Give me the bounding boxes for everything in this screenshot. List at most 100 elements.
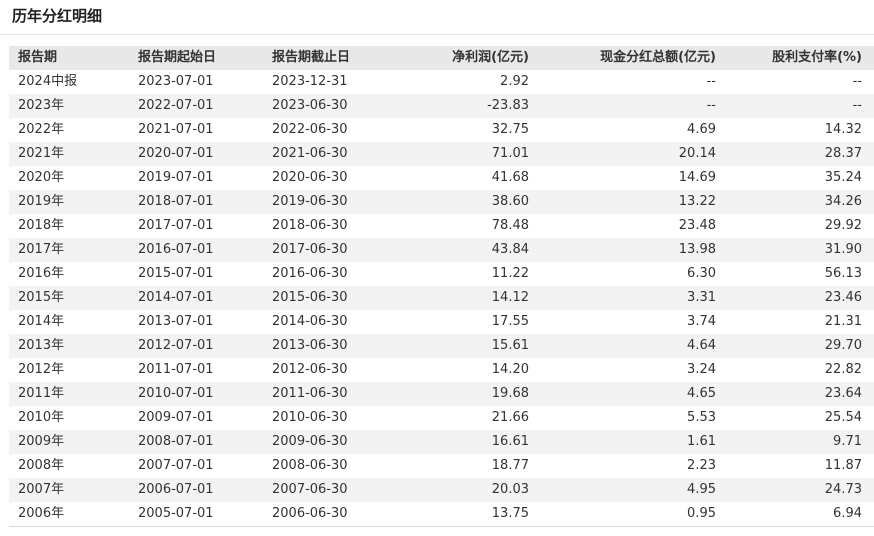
period-cell: 2022年 xyxy=(18,122,65,137)
cash-dividend-cell: 4.64 xyxy=(687,338,716,353)
end-date-cell: 2023-12-31 xyxy=(272,74,348,89)
net-profit-cell: 20.03 xyxy=(491,482,529,497)
table-row: 2017年 2016-07-01 2017-06-30 43.84 13.98 31.90 xyxy=(9,238,874,262)
payout-ratio-cell: 23.64 xyxy=(824,386,862,401)
net-profit-cell: 11.22 xyxy=(491,266,529,281)
cash-dividend-cell: 4.69 xyxy=(687,122,716,137)
net-profit-cell: 15.61 xyxy=(491,338,529,353)
end-date-cell: 2023-06-30 xyxy=(272,98,348,113)
period-cell: 2008年 xyxy=(18,458,65,473)
start-date-cell: 2006-07-01 xyxy=(138,482,214,497)
table-row: 2024中报 2023-07-01 2023-12-31 2.92 -- -- xyxy=(9,70,874,94)
cash-dividend-cell: 20.14 xyxy=(678,146,716,161)
period-cell: 2012年 xyxy=(18,362,65,377)
table-row: 2012年 2011-07-01 2012-06-30 14.20 3.24 22.82 xyxy=(9,358,874,382)
payout-ratio-cell: 9.71 xyxy=(833,434,862,449)
start-date-cell: 2013-07-01 xyxy=(138,314,214,329)
start-date-cell: 2015-07-01 xyxy=(138,266,214,281)
net-profit-cell: 43.84 xyxy=(491,242,529,257)
period-cell: 2020年 xyxy=(18,170,65,185)
cash-dividend-cell: 0.95 xyxy=(529,502,716,527)
cash-dividend-cell: 14.69 xyxy=(678,170,716,185)
table-row: 2019年 2018-07-01 2019-06-30 38.60 13.22 34.26 xyxy=(9,190,874,214)
cash-dividend-cell: 6.30 xyxy=(687,266,716,281)
net-profit-cell: -23.83 xyxy=(487,98,529,113)
end-date-cell: 2017-06-30 xyxy=(272,242,348,257)
end-date-cell: 2008-06-30 xyxy=(272,458,348,473)
column-header-end-date[interactable]: 报告期截止日 xyxy=(272,46,402,70)
header-row: 报告期 报告期起始日 报告期截止日 净利润(亿元) 现金分红总额(亿元) 股利支… xyxy=(9,46,874,70)
payout-ratio-cell: 22.82 xyxy=(824,362,862,377)
table-row: 2022年 2021-07-01 2022-06-30 32.75 4.69 14.32 xyxy=(9,118,874,142)
payout-ratio-cell: 31.90 xyxy=(824,242,862,257)
table-row: 2010年 2009-07-01 2010-06-30 21.66 5.53 25.54 xyxy=(9,406,874,430)
payout-ratio-cell: 23.46 xyxy=(824,290,862,305)
end-date-cell: 2011-06-30 xyxy=(272,386,348,401)
cash-dividend-cell: 13.98 xyxy=(678,242,716,257)
start-date-cell: 2019-07-01 xyxy=(138,170,214,185)
column-header-cash-dividend[interactable]: 现金分红总额(亿元) xyxy=(529,46,716,70)
dividend-history-table: 报告期 报告期起始日 报告期截止日 净利润(亿元) 现金分红总额(亿元) 股利支… xyxy=(9,46,874,527)
period-cell: 2015年 xyxy=(18,290,65,305)
end-date-cell: 2018-06-30 xyxy=(272,218,348,233)
start-date-cell: 2005-07-01 xyxy=(138,502,272,527)
net-profit-cell: 17.55 xyxy=(491,314,529,329)
cash-dividend-cell: 23.48 xyxy=(678,218,716,233)
column-header-net-profit[interactable]: 净利润(亿元) xyxy=(402,46,529,70)
net-profit-cell: 78.48 xyxy=(491,218,529,233)
net-profit-cell: 14.12 xyxy=(491,290,529,305)
payout-ratio-cell: 35.24 xyxy=(824,170,862,185)
table-row: 2014年 2013-07-01 2014-06-30 17.55 3.74 21.31 xyxy=(9,310,874,334)
end-date-cell: 2013-06-30 xyxy=(272,338,348,353)
cash-dividend-cell: 3.24 xyxy=(687,362,716,377)
cash-dividend-cell: 4.65 xyxy=(687,386,716,401)
cash-dividend-cell: 13.22 xyxy=(678,194,716,209)
end-date-cell: 2019-06-30 xyxy=(272,194,348,209)
table-row: 2021年 2020-07-01 2021-06-30 71.01 20.14 28.37 xyxy=(9,142,874,166)
payout-ratio-cell: 28.37 xyxy=(824,146,862,161)
end-date-cell: 2020-06-30 xyxy=(272,170,348,185)
start-date-cell: 2010-07-01 xyxy=(138,386,214,401)
start-date-cell: 2007-07-01 xyxy=(138,458,214,473)
net-profit-cell: 32.75 xyxy=(491,122,529,137)
payout-ratio-cell: -- xyxy=(852,74,862,89)
table-row: 2013年 2012-07-01 2013-06-30 15.61 4.64 29.70 xyxy=(9,334,874,358)
period-cell: 2016年 xyxy=(18,266,65,281)
start-date-cell: 2020-07-01 xyxy=(138,146,214,161)
end-date-cell: 2021-06-30 xyxy=(272,146,348,161)
end-date-cell: 2014-06-30 xyxy=(272,314,348,329)
table-body: 2024中报 2023-07-01 2023-12-31 2.92 -- -- 2023年 2… xyxy=(9,70,874,527)
table-row: 2020年 2019-07-01 2020-06-30 41.68 14.69 35.24 xyxy=(9,166,874,190)
cash-dividend-cell: 1.61 xyxy=(687,434,716,449)
payout-ratio-cell: 24.73 xyxy=(824,482,862,497)
column-header-period[interactable]: 报告期 xyxy=(9,46,138,70)
period-cell: 2011年 xyxy=(18,386,65,401)
start-date-cell: 2009-07-01 xyxy=(138,410,214,425)
table-header: 报告期 报告期起始日 报告期截止日 净利润(亿元) 现金分红总额(亿元) 股利支… xyxy=(9,46,874,70)
payout-ratio-cell: 29.70 xyxy=(824,338,862,353)
table-row: 2009年 2008-07-01 2009-06-30 16.61 1.61 9.71 xyxy=(9,430,874,454)
net-profit-cell: 41.68 xyxy=(491,170,529,185)
table-row: 2008年 2007-07-01 2008-06-30 18.77 2.23 11.87 xyxy=(9,454,874,478)
net-profit-cell: 21.66 xyxy=(491,410,529,425)
period-cell: 2007年 xyxy=(18,482,65,497)
payout-ratio-cell: 29.92 xyxy=(824,218,862,233)
table-row: 2016年 2015-07-01 2016-06-30 11.22 6.30 56.13 xyxy=(9,262,874,286)
start-date-cell: 2022-07-01 xyxy=(138,98,214,113)
column-header-start-date[interactable]: 报告期起始日 xyxy=(138,46,272,70)
start-date-cell: 2017-07-01 xyxy=(138,218,214,233)
end-date-cell: 2015-06-30 xyxy=(272,290,348,305)
net-profit-cell: 16.61 xyxy=(491,434,529,449)
net-profit-cell: 19.68 xyxy=(491,386,529,401)
section-title: 历年分红明细 xyxy=(12,7,103,25)
period-cell: 2023年 xyxy=(18,98,65,113)
cash-dividend-cell: -- xyxy=(706,98,716,113)
payout-ratio-cell: 6.94 xyxy=(716,502,874,527)
period-cell: 2013年 xyxy=(18,338,65,353)
start-date-cell: 2008-07-01 xyxy=(138,434,214,449)
cash-dividend-cell: 2.23 xyxy=(687,458,716,473)
column-header-payout-ratio[interactable]: 股利支付率(%) xyxy=(716,46,874,70)
start-date-cell: 2011-07-01 xyxy=(138,362,214,377)
end-date-cell: 2012-06-30 xyxy=(272,362,348,377)
table-row: 2015年 2014-07-01 2015-06-30 14.12 3.31 23.46 xyxy=(9,286,874,310)
